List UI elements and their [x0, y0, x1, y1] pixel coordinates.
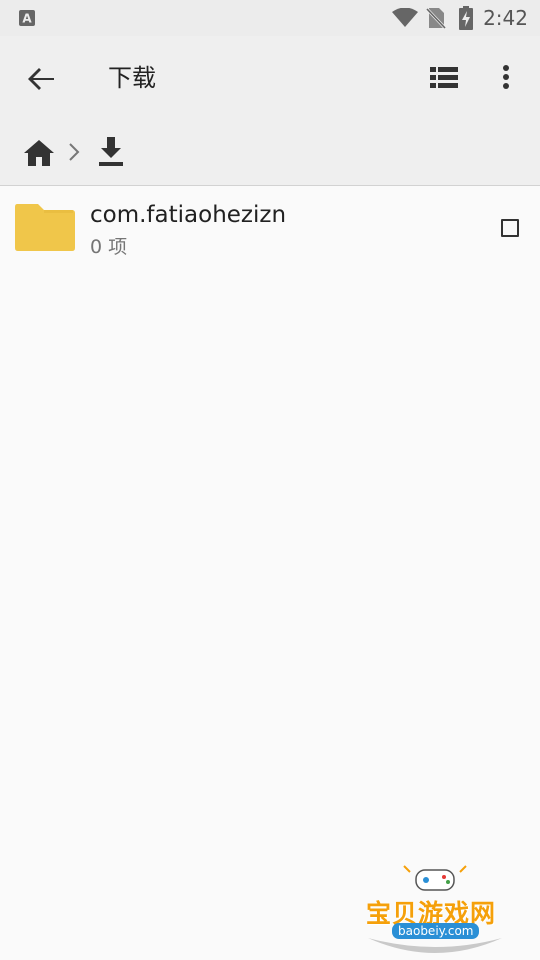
- no-sim-icon: [426, 7, 446, 29]
- notification-a-icon: A: [19, 10, 35, 26]
- download-folder-icon[interactable]: [95, 134, 127, 170]
- watermark-url: baobeiy.com: [392, 923, 480, 939]
- home-icon[interactable]: [22, 136, 56, 170]
- more-options-icon[interactable]: [490, 58, 522, 98]
- file-item-count: 0 项: [90, 236, 128, 258]
- app-toolbar: 下载: [0, 36, 540, 122]
- status-time: 2:42: [483, 6, 528, 30]
- back-arrow-icon[interactable]: [20, 57, 64, 101]
- select-checkbox[interactable]: [501, 219, 519, 237]
- status-bar: A 2:42: [0, 0, 540, 36]
- battery-charging-icon: [459, 6, 473, 30]
- wifi-icon: [392, 8, 418, 27]
- list-view-icon[interactable]: [424, 58, 464, 98]
- svg-text:A: A: [22, 12, 32, 26]
- chevron-right-icon: [69, 143, 80, 161]
- breadcrumb: [0, 122, 540, 186]
- file-name: com.fatiaohezizn: [90, 202, 287, 228]
- file-list-item[interactable]: com.fatiaohezizn 0 项: [0, 186, 540, 270]
- page-title: 下载: [108, 64, 156, 92]
- folder-icon: [15, 204, 75, 251]
- watermark-logo: 宝贝游戏网 baobeiy.com: [360, 864, 510, 958]
